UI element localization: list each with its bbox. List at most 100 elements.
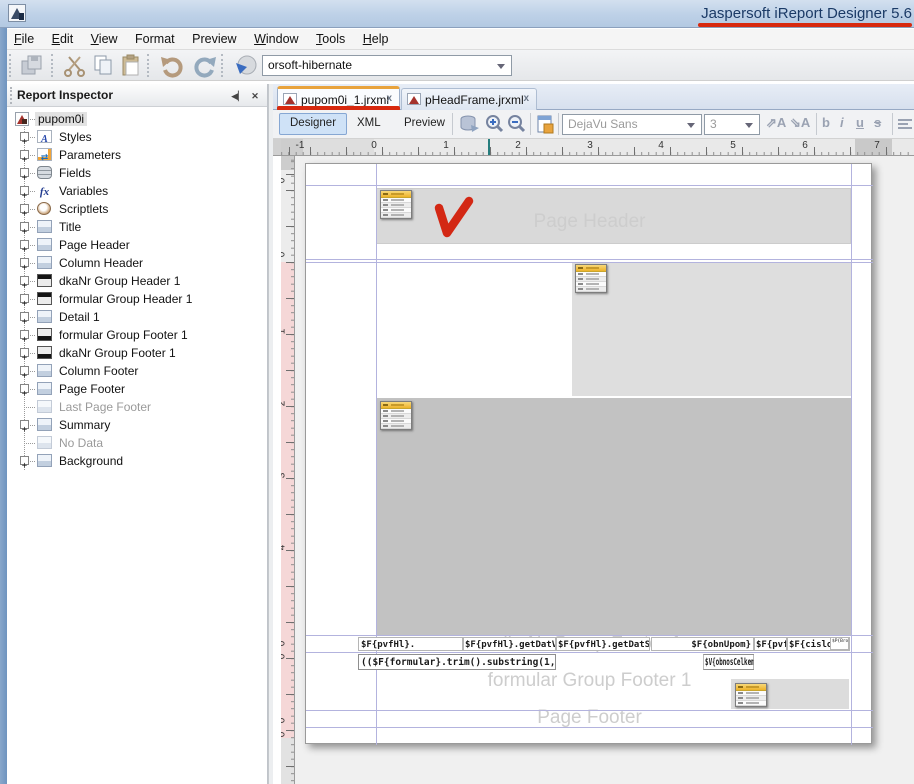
menu-item-preview[interactable]: Preview <box>185 29 243 50</box>
expand-toggle[interactable] <box>20 456 29 465</box>
menu-item-help[interactable]: Help <box>356 29 396 50</box>
band-icon <box>37 454 52 467</box>
band-separator-line[interactable] <box>306 185 873 186</box>
tree-item-no-data[interactable]: No Data <box>7 434 267 452</box>
zoom-in-button[interactable] <box>484 113 506 135</box>
preview-tab-button[interactable]: Preview <box>394 113 455 135</box>
expand-toggle[interactable] <box>20 276 29 285</box>
report-textfield[interactable]: $F{pvfHl}. <box>358 637 463 651</box>
redo-button[interactable] <box>192 53 218 79</box>
tree-item-fields[interactable]: Fields <box>7 164 267 182</box>
menu-item-tools[interactable]: Tools <box>309 29 352 50</box>
tree-item-variables[interactable]: Variables <box>7 182 267 200</box>
table-element-icon[interactable] <box>735 683 767 707</box>
report-page[interactable]: dkaNr Group Footer 1 formular Group Foot… <box>305 163 872 744</box>
band-separator-line[interactable] <box>306 710 873 711</box>
underline-button[interactable]: u <box>856 115 864 130</box>
expand-toggle[interactable] <box>20 312 29 321</box>
report-textfield-small[interactable]: $P{Bro <box>830 637 849 650</box>
xml-tab-button[interactable]: XML <box>347 113 391 135</box>
expand-toggle[interactable] <box>20 186 29 195</box>
report-textfield[interactable]: $F{pvfHl}.getDatV <box>463 637 556 651</box>
tree-item-summary[interactable]: Summary <box>7 416 267 434</box>
report-textfield[interactable]: $F{pvf <box>754 637 787 651</box>
strikethrough-button[interactable]: s <box>874 115 881 130</box>
expand-toggle[interactable] <box>20 132 29 141</box>
undo-button[interactable] <box>159 53 185 79</box>
band-separator-line[interactable] <box>306 635 873 636</box>
band-separator-line[interactable] <box>306 652 873 653</box>
cut-button[interactable] <box>62 53 88 79</box>
expand-toggle[interactable] <box>20 258 29 267</box>
report-textfield[interactable]: $V{obnosCelkem} <box>703 654 754 670</box>
tree-item-dkanr-group-header[interactable]: dkaNr Group Header 1 <box>7 272 267 290</box>
expand-toggle[interactable] <box>20 366 29 375</box>
report-textfield[interactable]: $F{pvfHl}.getDatS <box>556 637 650 651</box>
expand-toggle[interactable] <box>20 348 29 357</box>
tree-item-styles[interactable]: Styles <box>7 128 267 146</box>
report-textfield[interactable]: (($F{formular}.trim().substring(1, <box>358 654 556 670</box>
tree-item-last-page-footer[interactable]: Last Page Footer <box>7 398 267 416</box>
datasource-connection-icon[interactable] <box>233 53 259 79</box>
expand-toggle[interactable] <box>20 294 29 303</box>
tree-item-column-header[interactable]: Column Header <box>7 254 267 272</box>
expand-toggle[interactable] <box>20 420 29 429</box>
tree-item-page-header[interactable]: Page Header <box>7 236 267 254</box>
designer-tab-button[interactable]: Designer <box>279 113 347 135</box>
expand-toggle[interactable] <box>20 330 29 339</box>
report-query-button[interactable] <box>458 113 480 135</box>
menu-item-file[interactable]: File <box>7 29 41 50</box>
expand-toggle[interactable] <box>20 384 29 393</box>
expand-toggle[interactable] <box>20 222 29 231</box>
dock-panel-icon[interactable] <box>231 89 245 103</box>
align-text-button[interactable] <box>897 113 914 135</box>
bold-button[interactable]: b <box>822 115 830 130</box>
tree-item-detail[interactable]: Detail 1 <box>7 308 267 326</box>
tree-item-formular-group-footer[interactable]: formular Group Footer 1 <box>7 326 267 344</box>
tab-pheadframe-jrxml[interactable]: pHeadFrame.jrxml x <box>401 88 537 110</box>
zoom-out-button[interactable] <box>506 113 528 135</box>
datasource-select[interactable]: orsoft-hibernate <box>262 55 512 76</box>
save-all-button[interactable] <box>19 53 45 79</box>
decrease-font-button[interactable]: ⇘A <box>790 115 810 131</box>
tree-item-page-footer[interactable]: Page Footer <box>7 380 267 398</box>
report-textfield[interactable]: $F{obnUpom} <box>651 637 754 651</box>
table-element-icon[interactable] <box>380 190 412 219</box>
band-separator-line[interactable] <box>306 262 873 263</box>
tree-item-formular-group-header[interactable]: formular Group Header 1 <box>7 290 267 308</box>
page-format-button[interactable] <box>534 113 556 135</box>
tree-item-column-footer[interactable]: Column Footer <box>7 362 267 380</box>
panel-splitter[interactable] <box>268 84 273 784</box>
tab-close-icon[interactable]: x <box>523 93 529 104</box>
font-size-select[interactable]: 3 <box>704 114 760 135</box>
expand-toggle[interactable] <box>20 168 29 177</box>
expand-toggle[interactable] <box>20 150 29 159</box>
font-family-select[interactable]: DejaVu Sans <box>562 114 702 135</box>
tab-close-icon[interactable]: x <box>386 93 392 104</box>
menu-item-window[interactable]: Window <box>247 29 305 50</box>
italic-button[interactable]: i <box>840 115 844 130</box>
menu-item-format[interactable]: Format <box>128 29 182 50</box>
expand-toggle[interactable] <box>20 204 29 213</box>
table-element-icon[interactable] <box>575 264 607 293</box>
copy-button[interactable] <box>91 53 117 79</box>
table-element-icon[interactable] <box>380 401 412 430</box>
increase-font-button[interactable]: ⇗A <box>766 115 786 131</box>
database-icon <box>458 113 480 135</box>
close-panel-icon[interactable] <box>248 89 262 103</box>
detail-frame[interactable] <box>376 398 851 635</box>
tree-item-parameters[interactable]: Parameters <box>7 146 267 164</box>
group-header-frame[interactable] <box>572 262 851 396</box>
band-separator-line[interactable] <box>306 727 873 728</box>
paste-button[interactable] <box>119 53 145 79</box>
design-canvas[interactable]: dkaNr Group Footer 1 formular Group Foot… <box>295 156 914 784</box>
expand-toggle[interactable] <box>20 240 29 249</box>
tree-item-dkanr-group-footer[interactable]: dkaNr Group Footer 1 <box>7 344 267 362</box>
tree-item-background[interactable]: Background <box>7 452 267 470</box>
menu-item-view[interactable]: View <box>84 29 125 50</box>
band-separator-line[interactable] <box>306 259 873 260</box>
tree-item-root[interactable]: pupom0i <box>7 110 267 128</box>
tree-item-scriptlets[interactable]: Scriptlets <box>7 200 267 218</box>
tree-item-title-band[interactable]: Title <box>7 218 267 236</box>
menu-item-edit[interactable]: Edit <box>45 29 81 50</box>
